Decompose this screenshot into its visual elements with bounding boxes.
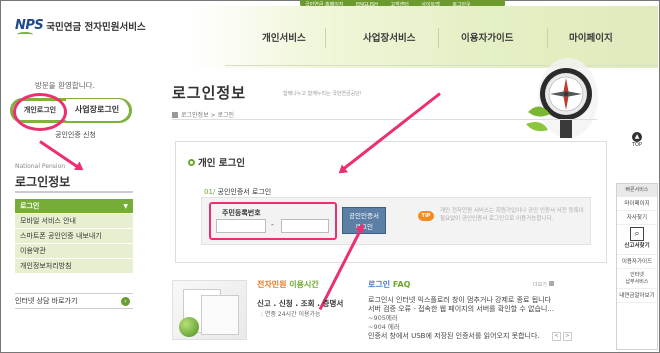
- page-subtitle: 함께나누고 함께누리는 국민연금공단!: [283, 91, 362, 97]
- side-menu-label: 스마트폰 공인인증 내보내기: [20, 232, 102, 240]
- step-label: 공인인증서 로그인: [217, 188, 272, 196]
- quick-menu-header: 빠른서비스: [617, 184, 657, 197]
- section-divider: [15, 191, 133, 193]
- gnb-business[interactable]: 사업장서비스: [363, 30, 415, 44]
- gnb-divider: [547, 28, 548, 48]
- title-divider: [172, 119, 597, 120]
- quick-item[interactable]: 이용자가이드: [617, 255, 657, 269]
- business-login-tab[interactable]: 사업장로그인: [66, 99, 128, 121]
- logo-abbr: NPS: [15, 18, 44, 33]
- login-box-title: 개인 로그인: [188, 155, 245, 169]
- side-menu-privacy[interactable]: 개인정보처리방침: [15, 259, 133, 274]
- breadcrumb-text: 로그인정보 > 로그인: [181, 112, 235, 119]
- welcome-text: 방문을 환영합니다.: [35, 81, 95, 90]
- site-logo[interactable]: NPS 국민연금 전자민원서비스: [15, 18, 146, 34]
- cert-apply-link[interactable]: 공인인증 신청: [55, 130, 96, 140]
- promo-image: [172, 280, 247, 340]
- scroll-top-button[interactable]: ▲ TOP: [626, 132, 648, 148]
- gnb-divider: [438, 28, 439, 48]
- compass-icon: [526, 58, 598, 138]
- faq-more-link[interactable]: 더보기: [533, 281, 554, 288]
- cert-login-heading: 01/ 공인인증서 로그인: [204, 187, 271, 197]
- side-menu: 로그인 ▼ 모바일 서비스 안내 스마트폰 공인인증 내보내기 이용약관 개인정보…: [15, 199, 133, 274]
- faq-title-b: FAQ: [392, 280, 411, 289]
- magnifier-icon: ⌕: [630, 227, 644, 241]
- home-icon: [172, 112, 178, 118]
- breadcrumb: 로그인정보 > 로그인: [172, 110, 234, 119]
- faq-item[interactable]: ~905에러: [368, 314, 593, 323]
- side-menu-label: 로그인: [20, 202, 40, 210]
- faq-more-label: 더보기: [533, 282, 547, 288]
- plus-icon: [548, 281, 554, 286]
- side-menu-label: 개인정보처리방침: [20, 262, 72, 270]
- arrow-up-icon: ▲: [632, 132, 642, 142]
- cert-button-line1: 공인인증서: [349, 212, 379, 220]
- tip-text: 개인 전자민원 서비스는 회원가입이나 공인 인증서 사전 등록이 필요없이 공…: [440, 208, 584, 222]
- bullet-icon: [188, 159, 195, 166]
- faq-title: 로그인 FAQ: [368, 279, 410, 290]
- usage-title-b: 이용시간: [289, 280, 319, 289]
- quick-item-label: 인터넷: [630, 272, 644, 278]
- gnb-guide[interactable]: 이용자가이드: [461, 30, 513, 44]
- quick-item-internet-payment[interactable]: 인터넷 납부서비스: [617, 269, 657, 289]
- quick-item-find-report[interactable]: ⌕ 신고서찾기: [617, 225, 657, 255]
- gnb-mypage[interactable]: 마이페이지: [569, 30, 613, 44]
- gnb-personal[interactable]: 개인서비스: [262, 30, 306, 44]
- highlight-circle: [13, 93, 67, 131]
- quick-item[interactable]: 내연금알아보기: [617, 289, 657, 303]
- globe-icon: [179, 317, 199, 337]
- faq-item[interactable]: 로그인시 인터넷 익스플로러 창이 멈추거나 강제로 종료 됩니다: [368, 296, 593, 305]
- faq-item[interactable]: 서버 검증 오류 - 접속한 웹 페이지의 서버를 확인할 수 없습니...: [368, 305, 593, 314]
- arrow-right-icon: ›: [121, 297, 130, 306]
- quick-item[interactable]: 자사찾기: [617, 211, 657, 225]
- caret-down-icon: ▼: [123, 203, 128, 210]
- gnb-divider: [325, 28, 326, 48]
- highlight-box: [209, 202, 337, 240]
- side-menu-login[interactable]: 로그인 ▼: [15, 199, 133, 214]
- login-box-title-text: 개인 로그인: [198, 158, 246, 169]
- internet-consult-label: 인터넷 상담 바로가기: [15, 297, 78, 305]
- section-english-title: National Pension: [15, 163, 66, 170]
- faq-prev-button[interactable]: <: [552, 332, 561, 341]
- section-title: 로그인정보: [15, 175, 71, 189]
- faq-title-a: 로그인: [368, 280, 391, 289]
- quick-item-label: 납부서비스: [625, 279, 649, 285]
- top-label: TOP: [631, 142, 642, 148]
- side-menu-smartphone-cert[interactable]: 스마트폰 공인인증 내보내기: [15, 229, 133, 244]
- internet-consult-link[interactable]: 인터넷 상담 바로가기 ›: [15, 293, 133, 309]
- side-menu-label: 모바일 서비스 안내: [20, 217, 76, 225]
- side-menu-label: 이용약관: [20, 247, 46, 255]
- page-title: 로그인정보: [172, 84, 247, 102]
- logo-name: 국민연금 전자민원서비스: [46, 21, 146, 33]
- side-menu-mobile[interactable]: 모바일 서비스 안내: [15, 214, 133, 229]
- usage-time-title: 전자민원 이용시간: [257, 279, 319, 290]
- faq-next-button[interactable]: >: [563, 332, 572, 341]
- step-number: 01/: [204, 188, 216, 196]
- tip-badge: TIP: [418, 211, 434, 221]
- quick-item[interactable]: 마이페이지: [617, 197, 657, 211]
- quick-item-label: 신고서찾기: [624, 243, 650, 249]
- side-menu-terms[interactable]: 이용약관: [15, 244, 133, 259]
- document-icon: [201, 295, 239, 335]
- usage-services: 신고 . 신청 . 조회 . 증명서: [257, 299, 344, 308]
- quick-menu: 빠른서비스 마이페이지 자사찾기 ⌕ 신고서찾기 이용자가이드 인터넷 납부서비…: [616, 183, 658, 350]
- logo-swoosh-icon: [17, 32, 33, 37]
- usage-hours: : 연중 24시간 이용가능: [261, 311, 321, 318]
- faq-item[interactable]: ~904 에러: [368, 323, 593, 332]
- usage-title-a: 전자민원: [257, 280, 287, 289]
